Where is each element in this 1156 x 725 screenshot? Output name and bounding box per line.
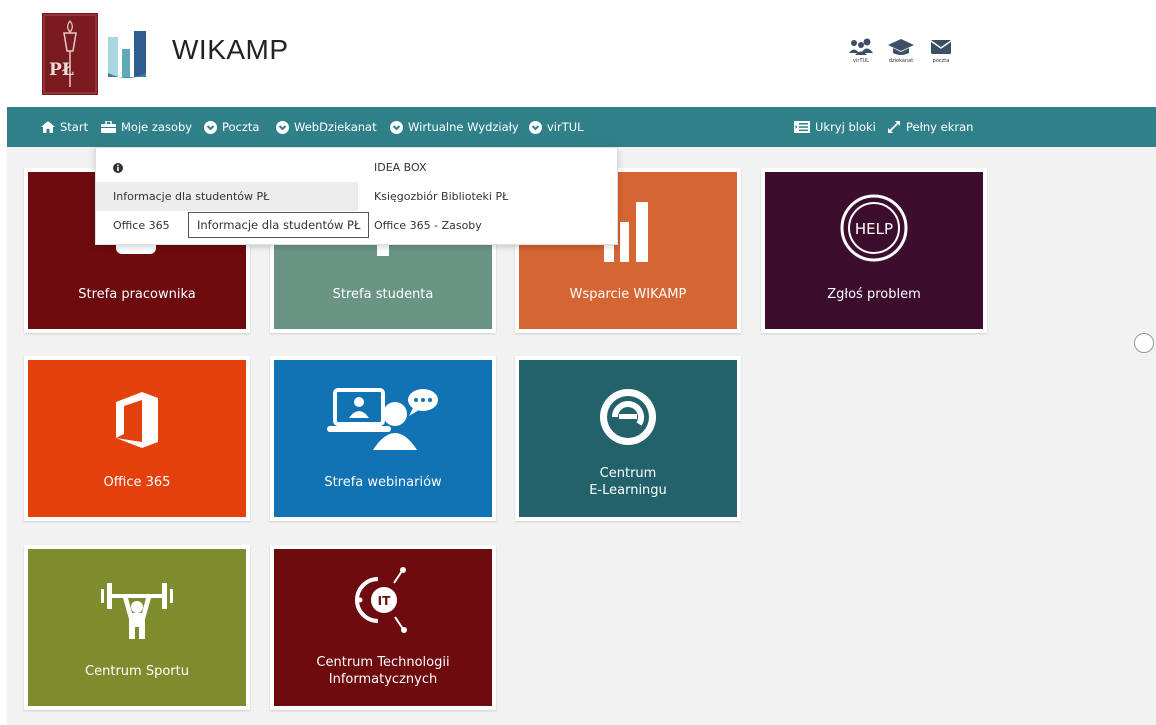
poczta-label: poczta — [932, 58, 950, 64]
tile-label: Centrum Sportu — [85, 664, 189, 679]
tile-label: Centrum E-Learningu — [589, 466, 667, 498]
expand-icon — [888, 121, 900, 133]
main-navbar: Start Moje zasoby Poczta WebDziekanat Wi… — [7, 107, 1156, 147]
webinar-icon — [274, 386, 492, 452]
dropdown-office-365-zasoby[interactable]: Office 365 - Zasoby — [357, 211, 619, 240]
nav-pelny-label: Pełny ekran — [906, 120, 974, 134]
dropdown-idea-box[interactable]: IDEA BOX — [357, 153, 619, 182]
tile-label: Strefa webinariów — [324, 475, 442, 490]
graduation-cap-icon — [888, 39, 914, 55]
nav-start[interactable]: Start — [41, 107, 88, 147]
nav-moje-zasoby[interactable]: Moje zasoby — [101, 107, 192, 147]
tile-strefa-webinariow[interactable]: Strefa webinariów — [270, 356, 496, 521]
home-icon — [41, 121, 55, 133]
chevron-circle-down-icon — [204, 120, 217, 134]
dropdown-info-item[interactable] — [96, 153, 358, 182]
dziekanat-shortcut[interactable]: dziekanat — [886, 38, 916, 64]
nav-ukryj-bloki[interactable]: Ukryj bloki — [794, 107, 876, 147]
dropdown-item-label: IDEA BOX — [374, 161, 427, 174]
nav-virtul[interactable]: virTUL — [529, 107, 584, 147]
tile-bg: HELP Zgłoś problem — [765, 172, 983, 329]
nav-pelny-ekran[interactable]: Pełny ekran — [887, 107, 973, 147]
tile-bg: Centrum E-Learningu — [519, 360, 737, 517]
tile-centrum-sportu[interactable]: Centrum Sportu — [24, 545, 250, 710]
dropdown-item-label: Księgozbiór Biblioteki PŁ — [374, 190, 509, 203]
site-title: WIKAMP — [172, 34, 289, 65]
nav-start-label: Start — [60, 120, 89, 134]
virtul-shortcut[interactable]: virTUL — [846, 38, 876, 64]
dropdown-informacje-dla-studentow[interactable]: Informacje dla studentów PŁ — [96, 182, 358, 211]
tile-label: Strefa pracownika — [78, 287, 196, 302]
users-icon — [849, 38, 873, 55]
tile-label: Strefa studenta — [332, 287, 434, 302]
tile-centrum-e-learningu[interactable]: Centrum E-Learningu — [515, 356, 741, 521]
tile-centrum-technologii[interactable]: IT Centrum Technologii Informatycznych — [270, 545, 496, 710]
nav-virtul-label: virTUL — [547, 120, 584, 134]
wikamp-logo-icon — [108, 31, 146, 78]
nav-ukryj-label: Ukryj bloki — [815, 120, 876, 134]
poczta-shortcut[interactable]: poczta — [926, 38, 956, 64]
scroll-indicator[interactable] — [1134, 333, 1154, 353]
torch-emblem-icon: PŁ — [43, 14, 97, 94]
info-icon — [113, 162, 123, 173]
nav-webdziekanat-label: WebDziekanat — [294, 120, 377, 134]
header: PŁ WIKAMP virTUL dziekanat poczta — [0, 0, 1156, 107]
virtul-label: virTUL — [853, 58, 869, 64]
e-learning-icon — [519, 386, 737, 448]
nav-poczta[interactable]: Poczta — [204, 107, 259, 147]
help-icon: HELP — [765, 193, 983, 263]
mail-icon — [930, 40, 952, 54]
nav-wirtualne-label: Wirtualne Wydziały — [408, 120, 519, 134]
tile-label: Centrum Technologii Informatycznych — [316, 655, 450, 687]
dziekanat-label: dziekanat — [888, 58, 914, 64]
nav-moje-zasoby-label: Moje zasoby — [121, 120, 193, 134]
chevron-circle-down-icon — [529, 120, 542, 134]
tile-label: Zgłoś problem — [827, 287, 921, 302]
wikamp-logo[interactable] — [106, 27, 154, 79]
hover-tooltip: Informacje dla studentów PŁ — [188, 212, 370, 238]
dropdown-ksiegozbior[interactable]: Księgozbiór Biblioteki PŁ — [357, 182, 619, 211]
dropdown-item-label: Office 365 — [113, 219, 170, 232]
chevron-circle-down-icon — [390, 120, 403, 134]
dropdown-item-label: Office 365 - Zasoby — [374, 219, 482, 232]
nav-wirtualne-wydzialy[interactable]: Wirtualne Wydziały — [390, 107, 519, 147]
tile-bg: Office 365 — [28, 360, 246, 517]
top-shortcuts: virTUL dziekanat poczta — [846, 38, 956, 64]
it-icon-text: IT — [378, 594, 391, 608]
nav-webdziekanat[interactable]: WebDziekanat — [276, 107, 377, 147]
nav-poczta-label: Poczta — [222, 120, 260, 134]
office-icon — [28, 390, 246, 450]
it-network-icon: IT — [274, 565, 492, 635]
logo-text: PŁ — [49, 60, 74, 80]
list-icon — [794, 121, 810, 133]
pl-university-logo[interactable]: PŁ — [42, 13, 98, 95]
dropdown-item-label: Informacje dla studentów PŁ — [113, 190, 270, 203]
chevron-circle-down-icon — [276, 120, 289, 134]
tile-office-365[interactable]: Office 365 — [24, 356, 250, 521]
tile-label: Wsparcie WIKAMP — [569, 287, 687, 302]
briefcase-icon — [101, 121, 116, 133]
tile-zglos-problem[interactable]: HELP Zgłoś problem — [761, 168, 987, 333]
help-icon-text: HELP — [855, 220, 893, 238]
weightlifter-icon — [28, 579, 246, 641]
tile-bg: Centrum Sportu — [28, 549, 246, 706]
tile-bg: IT Centrum Technologii Informatycznych — [274, 549, 492, 706]
tile-label: Office 365 — [103, 475, 171, 490]
tile-bg: Strefa webinariów — [274, 360, 492, 517]
